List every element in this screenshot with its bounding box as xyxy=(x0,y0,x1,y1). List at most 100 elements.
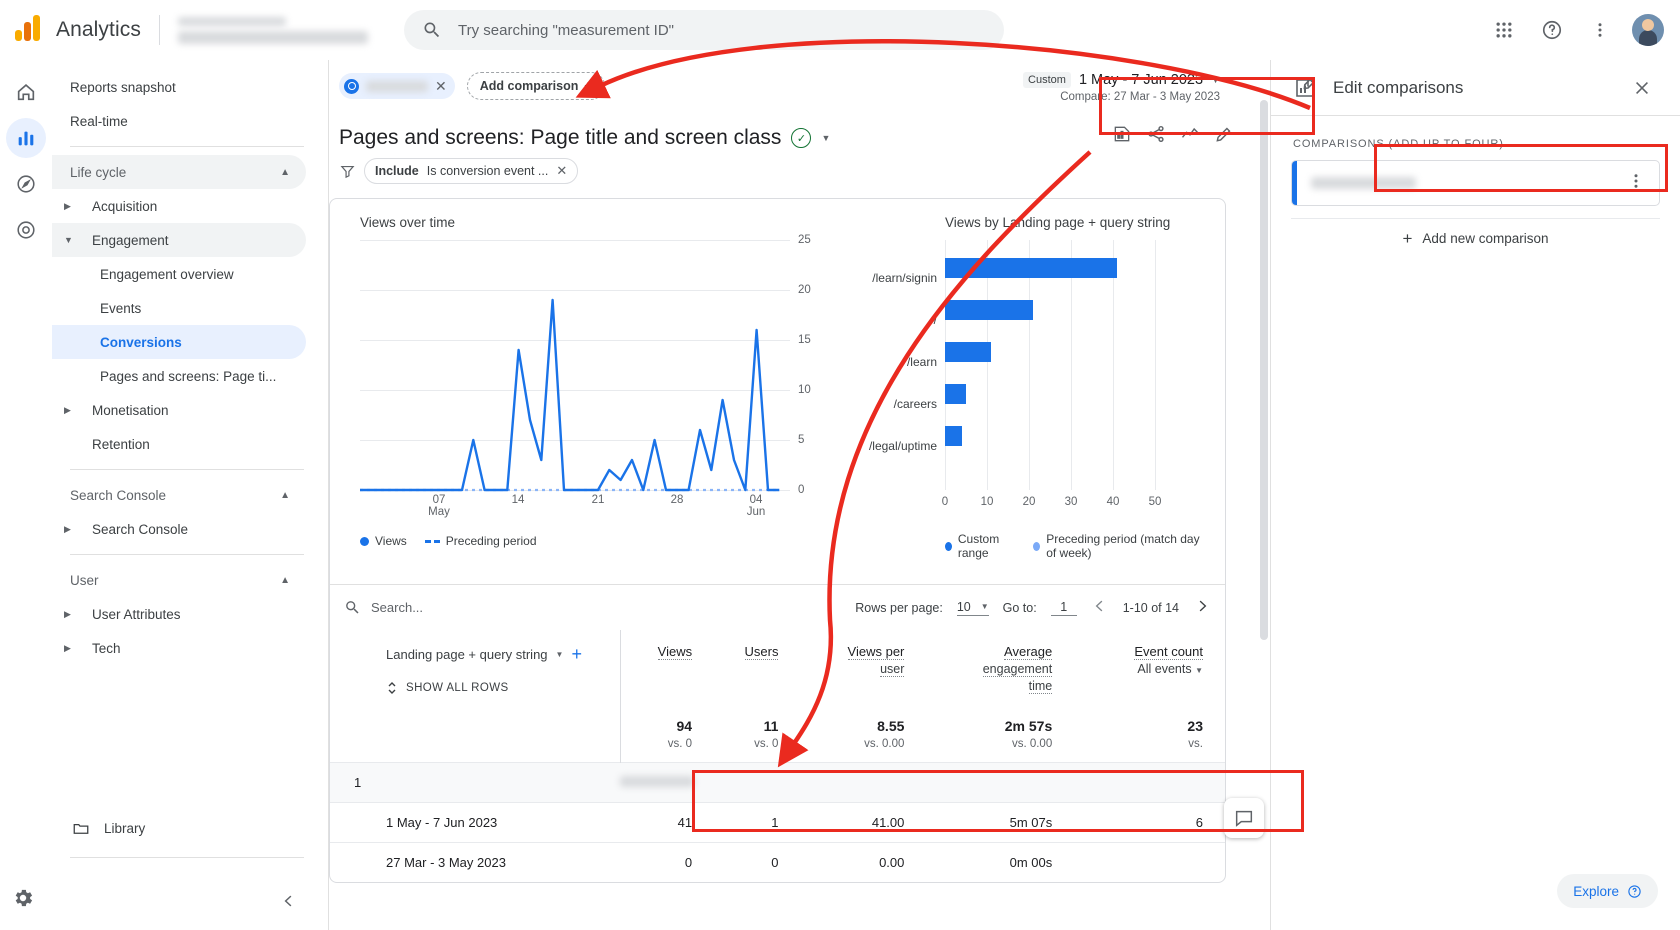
top-bar: Analytics Try searching "measurement ID" xyxy=(0,0,1680,60)
table-search[interactable]: Search... xyxy=(344,599,423,616)
goto-input[interactable]: 1 xyxy=(1050,600,1077,616)
column-header-views-per-user[interactable]: Views per user xyxy=(794,630,920,708)
bar-0[interactable] xyxy=(945,258,1117,278)
property-selector[interactable] xyxy=(177,16,368,44)
sidebar-item-search-console[interactable]: ▶ Search Console xyxy=(52,512,306,546)
sidebar-item-real-time[interactable]: Real-time xyxy=(52,104,306,138)
bar-1[interactable] xyxy=(945,300,1033,320)
bar-3[interactable] xyxy=(945,384,966,404)
dimension-selector[interactable]: Landing page + query string ▼ + xyxy=(386,644,620,665)
filter-chip[interactable]: Include Is conversion event ... ✕ xyxy=(364,158,579,184)
add-new-comparison-label: Add new comparison xyxy=(1422,231,1549,246)
show-all-rows-button[interactable]: SHOW ALL ROWS xyxy=(386,681,620,695)
chevron-left-icon xyxy=(1095,600,1103,612)
chevron-down-icon: ▼ xyxy=(980,602,989,611)
sidebar-item-acquisition[interactable]: ▶ Acquisition xyxy=(52,189,306,223)
sidebar-item-engagement-overview[interactable]: Engagement overview xyxy=(52,257,306,291)
analytics-logo-icon xyxy=(14,13,48,47)
column-header-average-engagement-time[interactable]: Average engagement time xyxy=(920,630,1068,708)
dimension-header-cell: Landing page + query string ▼ + SHOW ALL… xyxy=(330,630,621,763)
views-over-time-chart: Views over time 25 20 15 10 5 0 07 May 1… xyxy=(330,215,830,574)
remove-filter-icon[interactable]: ✕ xyxy=(556,163,567,179)
page-title: Pages and screens: Page title and screen… xyxy=(339,126,782,149)
rail-item-explore[interactable] xyxy=(6,164,46,204)
table-pagination: Rows per page: 10 ▼ Go to: 1 1-10 of 14 xyxy=(855,597,1211,618)
column-header-users[interactable]: Users xyxy=(708,630,794,708)
chevron-left-icon xyxy=(284,895,292,907)
sidebar-item-tech[interactable]: ▶ Tech xyxy=(52,631,306,665)
legend-preceding-period-match[interactable]: Preceding period (match day of week) xyxy=(1033,532,1202,560)
bar-x-tick-5: 50 xyxy=(1148,496,1162,508)
comparison-chip[interactable]: ✕ xyxy=(339,73,455,99)
add-new-comparison-button[interactable]: + Add new comparison xyxy=(1291,218,1660,258)
sidebar-item-label: Engagement overview xyxy=(100,266,234,282)
gear-icon[interactable] xyxy=(11,886,41,916)
sidebar-item-label: User Attributes xyxy=(92,606,181,622)
top-bar-actions xyxy=(1484,0,1664,60)
sidebar-collapse-button[interactable] xyxy=(274,886,304,916)
user-avatar[interactable] xyxy=(1632,14,1664,46)
more-vertical-icon[interactable] xyxy=(1580,10,1620,50)
x-tick-4: 04 Jun xyxy=(746,494,766,518)
panel-title: Edit comparisons xyxy=(1333,77,1464,97)
comparison-name-redacted xyxy=(366,80,428,92)
rail-item-advertising[interactable] xyxy=(6,210,46,250)
apps-grid-icon[interactable] xyxy=(1484,10,1524,50)
row-label: 1 May - 7 Jun 2023 xyxy=(330,802,620,843)
sidebar-item-user-attributes[interactable]: ▶ User Attributes xyxy=(52,597,306,631)
remove-comparison-icon[interactable]: ✕ xyxy=(435,78,447,95)
account-name-redacted xyxy=(177,16,286,26)
sidebar-group-user[interactable]: User ▲ xyxy=(52,563,306,597)
bar-4[interactable] xyxy=(945,426,962,446)
prev-page-button[interactable] xyxy=(1091,597,1109,618)
sidebar-item-reports-snapshot[interactable]: Reports snapshot xyxy=(52,70,306,104)
sidebar-item-pages-and-screens[interactable]: Pages and screens: Page ti... xyxy=(52,359,306,393)
column-sublabel2: time xyxy=(1028,679,1053,694)
help-icon[interactable] xyxy=(1532,10,1572,50)
summary-users: 11 vs. 0 xyxy=(708,708,794,763)
line-plot-area[interactable]: 25 20 15 10 5 0 07 May 14 21 28 04 Jun xyxy=(360,234,811,518)
next-page-button[interactable] xyxy=(1193,597,1211,618)
rail-item-reports[interactable] xyxy=(6,118,46,158)
summary-comparison: vs. 0.00 xyxy=(864,738,905,750)
sidebar-item-library[interactable]: Library xyxy=(52,811,306,845)
rows-per-page-select[interactable]: 10 ▼ xyxy=(956,599,989,616)
column-header-event-count[interactable]: Event count All events ▼ xyxy=(1068,630,1225,708)
chevron-down-icon[interactable]: ▼ xyxy=(821,133,830,143)
sidebar-item-label: Pages and screens: Page ti... xyxy=(100,368,277,384)
y-tick-15: 15 xyxy=(798,334,811,346)
sidebar-item-monetisation[interactable]: ▶ Monetisation xyxy=(52,393,306,427)
close-panel-button[interactable] xyxy=(1622,68,1662,108)
sidebar-item-events[interactable]: Events xyxy=(52,291,306,325)
scrollbar-thumb[interactable] xyxy=(1260,100,1268,640)
sidebar-group-life-cycle[interactable]: Life cycle ▲ xyxy=(52,155,306,189)
chevron-down-icon: ▼ xyxy=(64,235,73,245)
sidebar-group-search-console[interactable]: Search Console ▲ xyxy=(52,478,306,512)
table-row[interactable]: 27 Mar - 3 May 2023 0 0 0.00 0m 00s xyxy=(330,842,1225,882)
chevron-down-icon[interactable]: ▼ xyxy=(1195,666,1203,675)
table-toolbar: Search... Rows per page: 10 ▼ Go to: 1 1… xyxy=(330,584,1225,630)
add-comparison-button[interactable]: Add comparison + xyxy=(466,72,605,100)
sidebar-item-engagement[interactable]: ▼ Engagement xyxy=(52,223,306,257)
y-tick-0: 0 xyxy=(798,484,805,496)
sidebar-item-retention[interactable]: Retention xyxy=(52,427,306,461)
sidebar-item-conversions[interactable]: Conversions xyxy=(52,325,306,359)
plus-icon[interactable]: + xyxy=(571,644,582,665)
rows-per-page-value: 10 xyxy=(956,599,971,614)
legend-custom-range[interactable]: Custom range xyxy=(945,532,1015,560)
legend-views[interactable]: Views xyxy=(360,534,407,548)
main-scrollbar[interactable] xyxy=(1260,100,1268,640)
summary-views: 94 vs. 0 xyxy=(620,708,708,763)
rail-item-home[interactable] xyxy=(6,72,46,112)
column-header-views[interactable]: Views xyxy=(620,630,708,708)
verified-check-icon: ✓ xyxy=(791,128,812,148)
explore-button[interactable]: Explore xyxy=(1557,874,1658,908)
bar-plot-area[interactable]: /learn/signin / /learn /careers /legal/u… xyxy=(869,240,1165,508)
chevron-up-icon: ▲ xyxy=(280,166,290,178)
search-placeholder: Try searching "measurement ID" xyxy=(458,21,674,39)
x-tick-1: 14 xyxy=(511,494,525,506)
bar-2[interactable] xyxy=(945,342,991,362)
search-input[interactable]: Try searching "measurement ID" xyxy=(404,10,1004,50)
sidebar-item-label: Monetisation xyxy=(92,402,169,418)
legend-preceding-period[interactable]: Preceding period xyxy=(424,534,537,548)
